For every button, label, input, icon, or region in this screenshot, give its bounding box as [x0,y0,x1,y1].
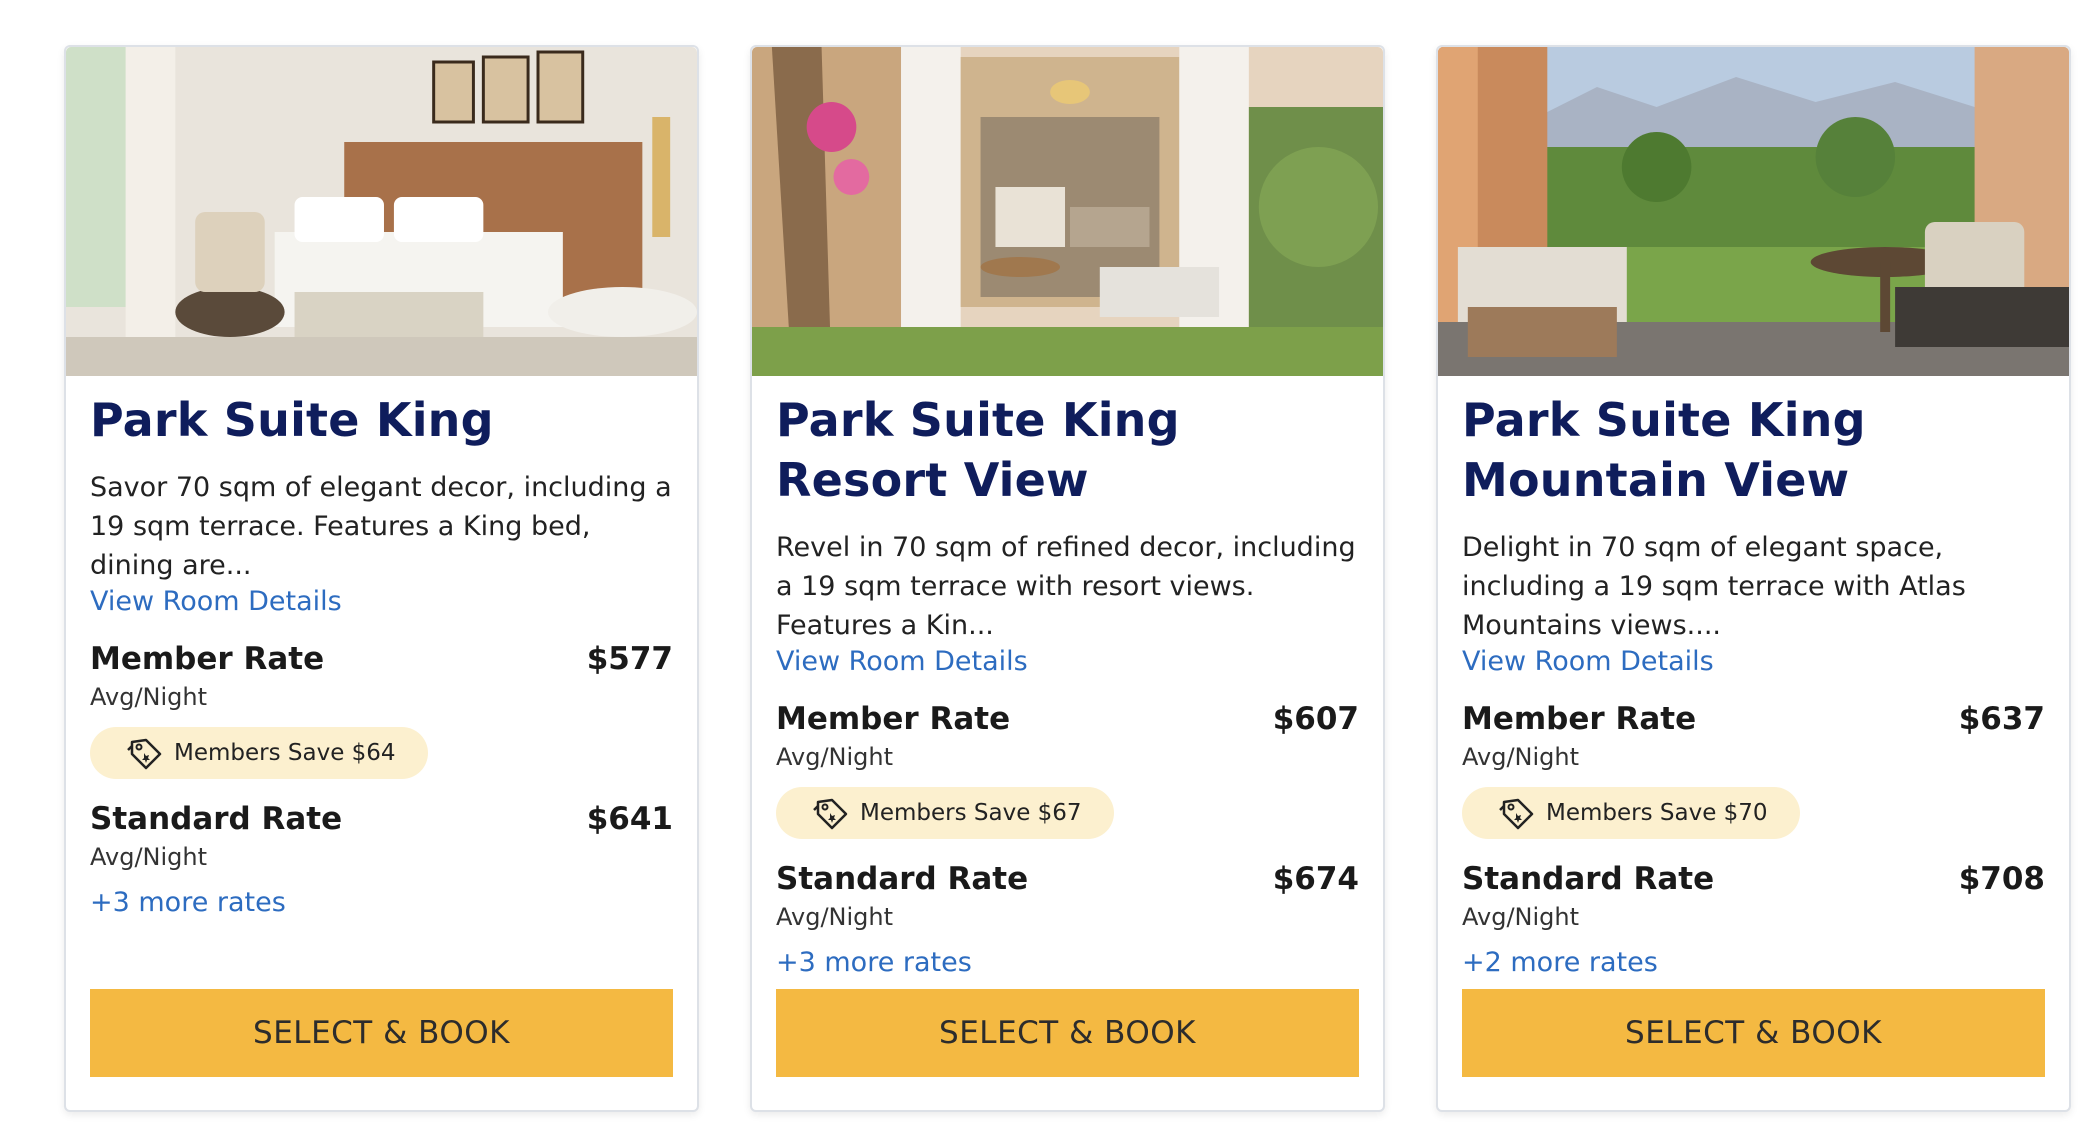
room-card: Park Suite King Mountain View Delight in… [1436,45,2071,1112]
room-card: Park Suite King Savor 70 sqm of elegant … [64,45,699,1112]
member-rate-label: Member Rate [776,701,1011,737]
members-save-badge: Members Save $64 [90,727,428,779]
standard-rate-unit: Avg/Night [90,843,208,871]
standard-rate-price: $641 [586,801,673,837]
more-rates-link[interactable]: +3 more rates [90,885,673,921]
members-save-text: Members Save $70 [1546,800,1768,826]
standard-rate-unit: Avg/Night [776,903,894,931]
member-rate-label: Member Rate [1462,701,1697,737]
room-title: Park Suite King Resort View [776,393,1180,507]
standard-rate-price: $674 [1272,861,1359,897]
view-room-details-link[interactable]: View Room Details [776,645,1028,679]
room-cards-grid: Park Suite King Savor 70 sqm of elegant … [0,0,2094,1140]
more-rates-link[interactable]: +2 more rates [1462,945,2045,981]
member-rate-unit: Avg/Night [776,743,894,771]
member-rate-unit: Avg/Night [90,683,208,711]
members-save-text: Members Save $64 [174,740,396,766]
standard-rate-price: $708 [1958,861,2045,897]
view-room-details-link[interactable]: View Room Details [1462,645,1714,679]
member-rate-section: Member Rate $577 Avg/Night Members Save … [90,639,673,779]
room-description: Savor 70 sqm of elegant decor, including… [90,472,672,581]
standard-rate-section: Standard Rate $674 Avg/Night [776,859,1359,935]
member-rate-price: $577 [586,641,673,677]
room-title: Park Suite King Mountain View [1462,393,1866,507]
member-rate-price: $637 [1958,701,2045,737]
standard-rate-label: Standard Rate [776,861,1029,897]
member-rate-label: Member Rate [90,641,325,677]
member-rate-unit: Avg/Night [1462,743,1580,771]
standard-rate-unit: Avg/Night [1462,903,1580,931]
room-description: Delight in 70 sqm of elegant space, incl… [1462,532,1966,641]
select-and-book-button[interactable]: SELECT & BOOK [1462,989,2045,1077]
room-card: Park Suite King Resort View Revel in 70 … [750,45,1385,1112]
more-rates-link[interactable]: +3 more rates [776,945,1359,981]
select-and-book-button[interactable]: SELECT & BOOK [776,989,1359,1077]
member-rate-price: $607 [1272,701,1359,737]
view-room-details-link[interactable]: View Room Details [90,585,342,619]
room-description: Revel in 70 sqm of refined decor, includ… [776,532,1356,641]
standard-rate-label: Standard Rate [1462,861,1715,897]
tag-icon [813,798,848,830]
room-photo[interactable] [752,47,1383,376]
standard-rate-section: Standard Rate $641 Avg/Night [90,799,673,875]
member-rate-section: Member Rate $637 Avg/Night Members Save … [1462,699,2045,839]
members-save-text: Members Save $67 [860,800,1082,826]
select-and-book-button[interactable]: SELECT & BOOK [90,989,673,1077]
tag-icon [1499,798,1534,830]
member-rate-section: Member Rate $607 Avg/Night Members Save … [776,699,1359,839]
standard-rate-label: Standard Rate [90,801,343,837]
room-photo[interactable] [1438,47,2069,376]
standard-rate-section: Standard Rate $708 Avg/Night [1462,859,2045,935]
room-photo[interactable] [66,47,697,376]
members-save-badge: Members Save $70 [1462,787,1800,839]
room-title: Park Suite King [90,393,494,447]
members-save-badge: Members Save $67 [776,787,1114,839]
tag-icon [127,738,162,770]
